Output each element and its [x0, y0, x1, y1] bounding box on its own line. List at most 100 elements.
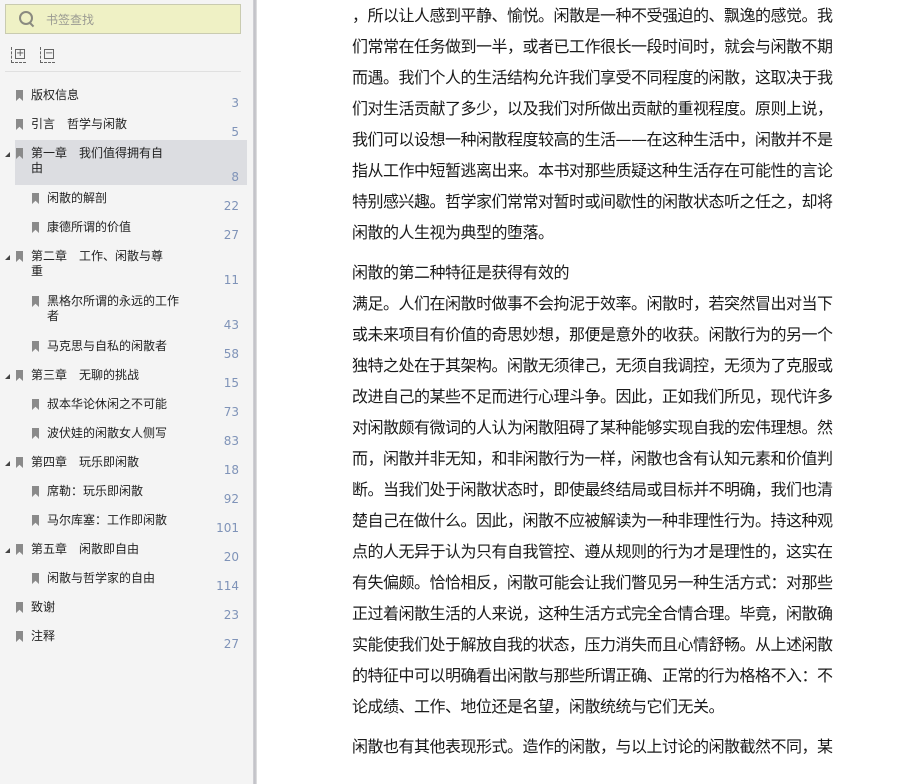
text-line: 论成绩、工作、地位还是名望，闲散统统与它们无关。 — [352, 697, 725, 716]
bookmark-icon — [32, 341, 39, 352]
bookmark-label: 注释 — [31, 629, 56, 643]
bookmark-item[interactable]: 叔本华论休闲之不可能 73 — [0, 391, 253, 420]
bookmark-item[interactable]: 引言 哲学与闲散 5 — [0, 111, 253, 140]
bookmark-page-number: 5 — [231, 125, 239, 139]
bookmark-item[interactable]: 致谢 23 — [0, 594, 253, 623]
bookmark-page-number: 83 — [223, 434, 239, 448]
bookmark-icon — [32, 573, 39, 584]
text-line: 我们可以设想一种闲散程度较高的生活——在这种生活中，闲散并不是 — [352, 130, 833, 149]
text-line: 或未来项目有价值的奇思妙想，那便是意外的收获。闲散行为的另一个 — [352, 325, 833, 344]
search-placeholder: 书签查找 — [46, 12, 95, 27]
bookmark-label: 马尔库塞：工作即闲散 — [47, 513, 168, 527]
bookmark-icon — [16, 90, 23, 101]
bookmark-label: 致谢 — [31, 600, 56, 614]
text-line: 对闲散颇有微词的人认为闲散阻碍了某种能够实现自我的宏伟理想。然 — [352, 418, 833, 437]
text-line: 们对生活贡献了多少，以及我们对所做出贡献的重视程度。原则上说， — [352, 99, 833, 118]
sidebar-splitter[interactable] — [253, 0, 257, 784]
bookmark-page-number: 27 — [223, 228, 239, 242]
collapse-all-icon: − — [44, 48, 54, 59]
expand-toggle-icon[interactable] — [5, 152, 10, 157]
text-line: 改进自己的某些不足而进行心理斗争。因此，正如我们所见，现代许多 — [352, 387, 833, 406]
bookmark-page-number: 8 — [231, 170, 239, 184]
text-line: 特别感兴趣。哲学家们常常对暂时或间歇性的闲散状态听之任之，却将 — [352, 192, 833, 211]
text-line: 们常常在任务做到一半，或者已工作很长一段时间时，就会与闲散不期 — [352, 37, 833, 56]
expand-toggle-icon[interactable] — [5, 374, 10, 379]
bookmark-search-input[interactable]: 书签查找 — [5, 4, 241, 34]
bookmark-icon — [16, 544, 23, 555]
expand-toggle-icon[interactable] — [5, 548, 10, 553]
bookmark-item[interactable]: 版权信息 3 — [0, 82, 253, 111]
bookmark-label: 康德所谓的价值 — [47, 220, 132, 234]
bookmark-icon — [32, 486, 39, 497]
bookmark-item[interactable]: 闲散的解剖 22 — [0, 185, 253, 214]
bookmark-label: 波伏娃的闲散女人侧写 — [47, 426, 168, 440]
expand-all-button[interactable]: + — [11, 47, 26, 63]
bookmark-item[interactable]: 马克思与自私的闲散者 58 — [0, 333, 253, 362]
text-line: 断。当我们处于闲散状态时，即使最终结局或目标并不明确，我们也清 — [352, 480, 833, 499]
bookmark-sidebar: 书签查找 + − 版权信息 3 引言 哲学与闲散 5 第一章 我们值得拥有自由 8 闲散的解… — [0, 0, 253, 784]
bookmark-page-number: 92 — [223, 492, 239, 506]
bookmark-page-number: 73 — [223, 405, 239, 419]
bookmark-icon — [16, 457, 23, 468]
bookmark-item[interactable]: 注释 27 — [0, 623, 253, 652]
bookmark-item[interactable]: 康德所谓的价值 27 — [0, 214, 253, 243]
bookmark-label: 引言 哲学与闲散 — [31, 117, 128, 131]
bookmark-item[interactable]: 第五章 闲散即自由 20 — [0, 536, 253, 565]
bookmark-item[interactable]: 马尔库塞：工作即闲散 101 — [0, 507, 253, 536]
bookmark-page-number: 101 — [216, 521, 239, 535]
text-line: 的特征中可以明确看出闲散与那些所谓正确、正常的行为格格不入：不 — [352, 666, 833, 685]
expand-toggle-icon[interactable] — [5, 255, 10, 260]
bookmark-item[interactable]: 第一章 我们值得拥有自由 8 — [5, 140, 247, 185]
bookmark-tree: 版权信息 3 引言 哲学与闲散 5 第一章 我们值得拥有自由 8 闲散的解剖 22 康德所谓的价… — [0, 82, 253, 652]
bookmark-page-number: 23 — [223, 608, 239, 622]
text-line: 指从工作中短暂逃离出来。本书对那些质疑这种生活存在可能性的言论 — [352, 161, 833, 180]
text-line: ，所以让人感到平静、愉悦。闲散是一种不受强迫的、飘逸的感觉。我 — [352, 6, 833, 25]
bookmark-icon — [32, 193, 39, 204]
bookmark-label: 第五章 闲散即自由 — [31, 542, 140, 556]
text-line: 而，闲散并非无知，和非闲散行为一样，闲散也含有认知元素和价值判 — [352, 449, 833, 468]
bookmark-icon — [16, 370, 23, 381]
text-line: 而遇。我们个人的生活结构允许我们享受不同程度的闲散，这取决于我 — [352, 68, 833, 87]
collapse-all-button[interactable]: − — [40, 47, 55, 63]
bookmark-item[interactable]: 席勒：玩乐即闲散 92 — [0, 478, 253, 507]
bookmark-label: 席勒：玩乐即闲散 — [47, 484, 144, 498]
bookmark-icon — [16, 148, 23, 159]
bookmark-icon — [32, 428, 39, 439]
text-line: 正过着闲散生活的人来说，这种生活方式完全合情合理。毕竟，闲散确 — [352, 604, 833, 623]
bookmark-icon — [16, 602, 23, 613]
bookmark-label: 第一章 我们值得拥有自由 — [31, 146, 164, 175]
text-line: 闲散也有其他表现形式。造作的闲散，与以上讨论的闲散截然不同，某 — [352, 737, 833, 756]
bookmark-label: 黑格尔所谓的永远的工作者 — [47, 294, 180, 323]
text-line: 点的人无异于认为只有自我管控、遵从规则的行为才是理性的，这实在 — [352, 542, 833, 561]
bookmark-page-number: 22 — [223, 199, 239, 213]
search-icon — [19, 11, 35, 27]
bookmark-icon — [32, 222, 39, 233]
bookmark-page-number: 11 — [223, 273, 239, 287]
expand-toggle-icon[interactable] — [5, 461, 10, 466]
bookmark-label: 马克思与自私的闲散者 — [47, 339, 168, 353]
bookmark-page-number: 114 — [216, 579, 239, 593]
bookmark-label: 闲散与哲学家的自由 — [47, 571, 156, 585]
bookmark-page-number: 43 — [223, 318, 239, 332]
text-line: 独特之处在于其架构。闲散无须律己，无须自我调控，无须为了克服或 — [352, 356, 833, 375]
bookmark-icon — [16, 119, 23, 130]
text-line: 实能使我们处于解放自我的状态，压力消失而且心情舒畅。从上述闲散 — [352, 635, 833, 654]
bookmark-item[interactable]: 黑格尔所谓的永远的工作者 43 — [0, 288, 253, 333]
bookmark-label: 闲散的解剖 — [47, 191, 108, 205]
bookmark-item[interactable]: 闲散与哲学家的自由 114 — [0, 565, 253, 594]
bookmark-label: 版权信息 — [31, 88, 80, 102]
bookmark-item[interactable]: 波伏娃的闲散女人侧写 83 — [0, 420, 253, 449]
bookmark-label: 第三章 无聊的挑战 — [31, 368, 140, 382]
bookmark-item[interactable]: 第三章 无聊的挑战 15 — [0, 362, 253, 391]
document-page: ，所以让人感到平静、愉悦。闲散是一种不受强迫的、飘逸的感觉。我 们常常在任务做到一… — [352, 0, 872, 762]
bookmark-item[interactable]: 第四章 玩乐即闲散 18 — [0, 449, 253, 478]
bookmark-page-number: 27 — [223, 637, 239, 651]
bookmark-label: 第四章 玩乐即闲散 — [31, 455, 140, 469]
text-line: 满足。人们在闲散时做事不会拘泥于效率。闲散时，若突然冒出对当下 — [352, 294, 833, 313]
bookmark-icon — [16, 251, 23, 262]
bookmark-page-number: 3 — [231, 96, 239, 110]
bookmark-page-number: 18 — [223, 463, 239, 477]
bookmark-item[interactable]: 第二章 工作、闲散与尊重 11 — [0, 243, 253, 288]
bookmark-label: 第二章 工作、闲散与尊重 — [31, 249, 164, 278]
expand-all-icon: + — [15, 48, 25, 59]
